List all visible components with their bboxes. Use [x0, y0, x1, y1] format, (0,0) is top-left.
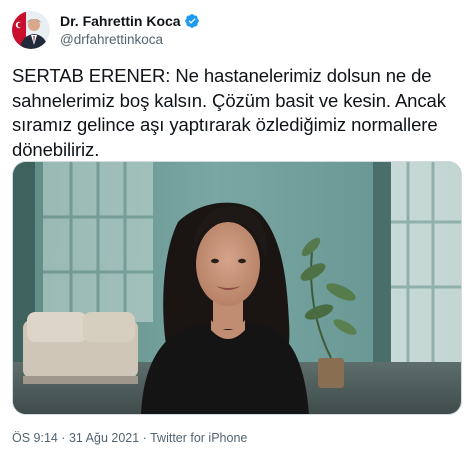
meta-separator: · — [139, 431, 151, 445]
tweet-card: Dr. Fahrettin Koca @drfahrettinkoca SERT… — [0, 0, 476, 455]
author-names: Dr. Fahrettin Koca @drfahrettinkoca — [60, 12, 200, 49]
tweet-source[interactable]: Twitter for iPhone — [150, 431, 247, 445]
display-name[interactable]: Dr. Fahrettin Koca — [60, 12, 181, 30]
tweet-header: Dr. Fahrettin Koca @drfahrettinkoca — [12, 10, 200, 50]
name-row: Dr. Fahrettin Koca — [60, 12, 200, 30]
tweet-video[interactable] — [12, 161, 462, 415]
verified-badge-icon — [184, 13, 200, 29]
author-handle[interactable]: @drfahrettinkoca — [60, 31, 200, 49]
tweet-metadata: ÖS 9:14 · 31 Ağu 2021 · Twitter for iPho… — [12, 430, 247, 446]
video-frame — [13, 162, 461, 414]
tweet-time[interactable]: ÖS 9:14 — [12, 431, 58, 445]
avatar[interactable] — [12, 11, 50, 49]
tweet-text: SERTAB ERENER: Ne hastanelerimiz dolsun … — [12, 65, 446, 160]
tweet-date[interactable]: 31 Ağu 2021 — [69, 431, 139, 445]
meta-separator: · — [57, 431, 69, 445]
